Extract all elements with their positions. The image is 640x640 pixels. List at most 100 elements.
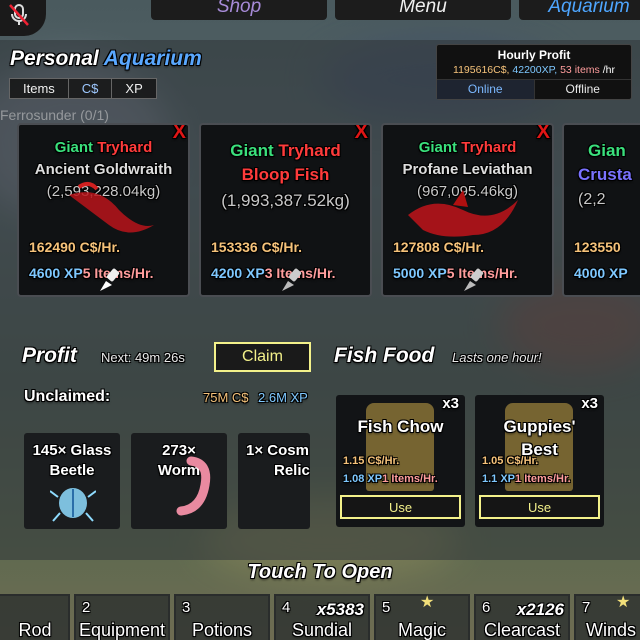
tab-xp[interactable]: XP bbox=[112, 79, 155, 98]
tab-cash[interactable]: C$ bbox=[69, 79, 113, 98]
worm-icon bbox=[176, 456, 211, 516]
loot-item[interactable]: 1× Cosm Relic bbox=[238, 433, 310, 529]
fish-card[interactable]: X Giant Tryhard Ancient Goldwraith (2,5​… bbox=[17, 123, 190, 297]
loot-label: 145× Glass Beetle bbox=[24, 441, 120, 481]
fish-food-subtitle: Lasts one hour! bbox=[452, 350, 542, 365]
fish-card[interactable]: X Giant Tryhard Profane Leviathan (967,0… bbox=[381, 123, 554, 297]
fish-profit: 153336 C$/Hr. bbox=[211, 239, 303, 255]
hotbar-slot-name: Potions bbox=[191, 620, 253, 640]
hotbar-slot-6[interactable]: 6 x2126 Clearcast bbox=[474, 594, 570, 640]
star-icon: ★ bbox=[420, 594, 435, 611]
loot-item[interactable]: 145× Glass Beetle bbox=[24, 433, 120, 529]
food-xp-value: 1.1 XP bbox=[482, 473, 516, 485]
aquarium-button[interactable]: Aquarium bbox=[519, 0, 640, 20]
loot-item[interactable]: 273× Worm bbox=[131, 433, 227, 529]
hotbar-slot-number: 2 bbox=[82, 599, 91, 616]
hourly-cash: 1195616C$, bbox=[453, 64, 510, 76]
hotbar-slot-number: 5 bbox=[382, 599, 391, 616]
hourly-per: /hr bbox=[602, 64, 615, 76]
fish-xp-value: 4200 XP bbox=[211, 265, 265, 281]
offline-toggle[interactable]: Offline bbox=[535, 80, 632, 99]
menu-button[interactable]: Menu bbox=[335, 0, 511, 20]
mute-button[interactable] bbox=[0, 0, 46, 36]
hotbar-slot-name: Sundial bbox=[291, 620, 353, 640]
hotbar-slot-number: 6 bbox=[482, 599, 491, 616]
loot-line2: Beetle bbox=[49, 462, 95, 479]
food-cash: 1.15 C$/Hr. bbox=[343, 455, 400, 467]
use-button[interactable]: Use bbox=[479, 495, 600, 519]
fish-xp-value: 5000 XP bbox=[393, 265, 447, 281]
claim-button[interactable]: Claim bbox=[214, 342, 311, 372]
fish-profit: 162490 C$/Hr. bbox=[29, 239, 121, 255]
food-items-rate: 1 Items/Hr. bbox=[515, 473, 571, 485]
fish-card[interactable]: X Giant Tryhard Bloop Fish (1,993,387.52… bbox=[199, 123, 372, 297]
loot-line2: Relic bbox=[274, 462, 310, 479]
microphone-muted-icon bbox=[9, 4, 29, 26]
fish-mutation: Gian bbox=[588, 141, 640, 161]
hourly-items: 53 items bbox=[560, 64, 600, 76]
hotbar-slot-2[interactable]: 2 Equipment bbox=[74, 594, 170, 640]
page-title: Personal Aquarium bbox=[10, 47, 202, 71]
hotbar-slot-4[interactable]: 4 x5383 Sundial bbox=[274, 594, 370, 640]
hotbar-slot-3[interactable]: 3 Potions bbox=[174, 594, 270, 640]
title-personal: Personal bbox=[10, 47, 99, 70]
hotbar-slot-number: 3 bbox=[182, 599, 191, 616]
fish-card[interactable]: Gian Crusta (2,2 123550 4000 XP bbox=[562, 123, 640, 297]
fish-xp: 4000 XP bbox=[574, 265, 628, 281]
fish-mutation: Giant Tryhard bbox=[201, 141, 370, 161]
food-qty: x3 bbox=[581, 395, 598, 412]
mutation-giant: Giant bbox=[54, 139, 94, 156]
fish-icon bbox=[69, 182, 154, 233]
unclaimed-label: Unclaimed: bbox=[24, 388, 111, 405]
hotbar-slot-name: Equipment bbox=[78, 620, 166, 640]
hotbar-slot-name: Magic bbox=[397, 620, 446, 640]
online-toggle[interactable]: Online bbox=[437, 80, 535, 99]
brush-icon bbox=[282, 268, 302, 291]
fish-mutation: Giant Tryhard bbox=[383, 139, 552, 156]
profit-title: Profit bbox=[22, 344, 77, 367]
sort-tabs: Items C$ XP bbox=[9, 78, 157, 99]
hotbar-slot-number: 4 bbox=[282, 599, 291, 616]
mutation-tryhard: Tryhard bbox=[278, 141, 341, 160]
hotbar-slot-name: Clearcast bbox=[483, 620, 561, 640]
food-items-rate: 1 Items/Hr. bbox=[382, 473, 438, 485]
quest-text: Ferrosunder (0/1) bbox=[0, 107, 109, 123]
mutation-giant: Giant bbox=[230, 141, 274, 160]
food-xp: 1.1 XP1 Items/Hr. bbox=[482, 473, 571, 485]
unclaimed-xp: 2.6M XP bbox=[258, 390, 308, 405]
fish-xp-value: 4000 XP bbox=[574, 265, 628, 281]
food-item[interactable]: x3 Guppies' Best 1.05 C$/Hr. 1.1 XP1 Ite… bbox=[475, 395, 604, 527]
hotbar-slot-count: x2126 bbox=[516, 600, 564, 619]
hourly-profit-box: Hourly Profit 1195616C$, 42200XP, 53 ite… bbox=[436, 44, 632, 100]
mutation-giant: Giant bbox=[418, 139, 458, 156]
fish-weight: (2,2 bbox=[578, 191, 606, 208]
loot-line1: 145× Glass bbox=[32, 442, 112, 459]
loot-line1: 1× Cosm bbox=[246, 442, 309, 459]
fish-name: Bloop Fish bbox=[241, 165, 330, 184]
mutation-tryhard: Tryhard bbox=[97, 139, 153, 156]
brush-icon bbox=[100, 268, 120, 291]
hotbar-slot-5[interactable]: 5 ★ Magic bbox=[374, 594, 470, 640]
hotbar-slot-name: Winds bbox=[586, 620, 637, 640]
hourly-values: 1195616C$, 42200XP, 53 items /hr bbox=[437, 64, 631, 76]
fish-mutation: Giant Tryhard bbox=[19, 139, 188, 156]
fish-profit: 123550 bbox=[574, 239, 621, 255]
hotbar-slot-number: 7 bbox=[582, 599, 591, 616]
hotbar-slot-name: Rod bbox=[18, 620, 52, 640]
food-item[interactable]: x3 Fish Chow 1.15 C$/Hr. 1.08 XP1 Items/… bbox=[336, 395, 465, 527]
touch-to-open-button[interactable]: Touch To Open bbox=[0, 561, 640, 584]
star-icon: ★ bbox=[616, 594, 631, 611]
hotbar-slot-1[interactable]: Rod bbox=[0, 594, 70, 640]
fish-name: Profane Leviathan bbox=[402, 161, 533, 178]
shop-button[interactable]: Shop bbox=[151, 0, 327, 20]
food-qty: x3 bbox=[442, 395, 459, 412]
mutation-giant: Gian bbox=[588, 141, 626, 160]
fish-food-title: Fish Food bbox=[334, 344, 435, 367]
tab-items[interactable]: Items bbox=[10, 79, 69, 98]
food-xp-value: 1.08 XP bbox=[343, 473, 383, 485]
beetle-icon bbox=[50, 488, 96, 522]
fish-xp: 5000 XP5 Items/Hr. bbox=[393, 265, 518, 281]
hotbar-slot-7[interactable]: 7 ★ Winds bbox=[574, 594, 640, 640]
fish-xp: 4600 XP5 Items/Hr. bbox=[29, 265, 154, 281]
use-button[interactable]: Use bbox=[340, 495, 461, 519]
